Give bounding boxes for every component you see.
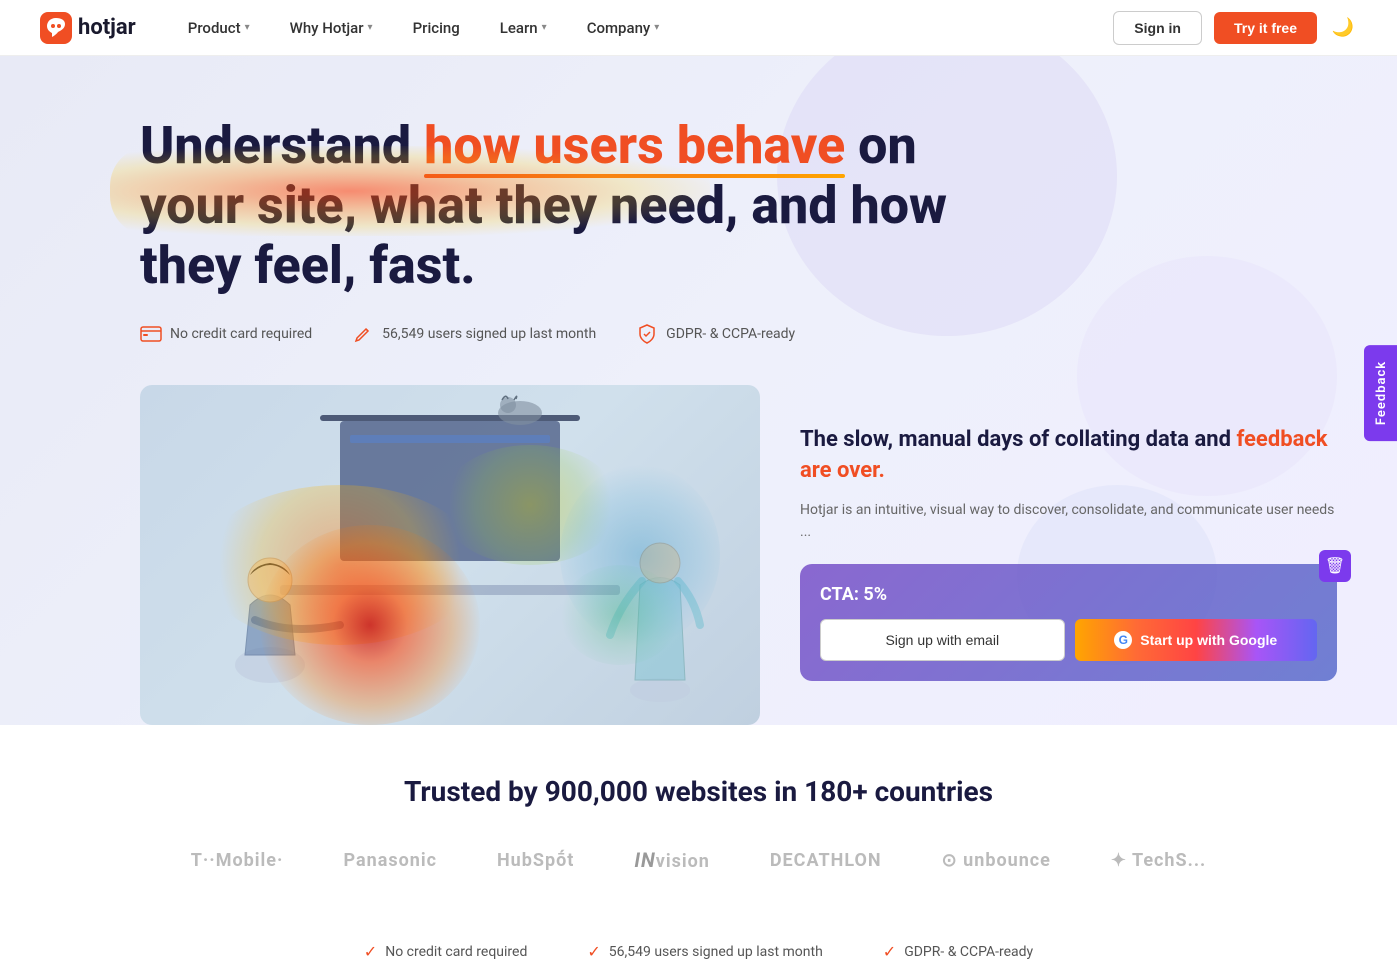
cta-card: CTA: 5% Sign up with email G Start up wi… (800, 564, 1337, 681)
nav-item-company[interactable]: Company ▾ (567, 0, 680, 56)
chevron-down-icon: ▾ (542, 22, 547, 33)
hero-description: Hotjar is an intuitive, visual way to di… (800, 499, 1337, 544)
hero-subtitle: The slow, manual days of collating data … (800, 425, 1337, 487)
partner-logo-invision: INvision (634, 848, 710, 872)
hero-heatmap-image (140, 385, 760, 725)
nav-item-why-hotjar[interactable]: Why Hotjar ▾ (270, 0, 393, 56)
navigation: hotjar Product ▾ Why Hotjar ▾ Pricing Le… (0, 0, 1397, 56)
nav-item-product[interactable]: Product ▾ (168, 0, 270, 56)
nav-links: Product ▾ Why Hotjar ▾ Pricing Learn ▾ C… (168, 0, 1114, 56)
hotjar-logo-icon (40, 12, 72, 44)
cta-label: CTA: 5% (820, 584, 1317, 605)
delete-button[interactable]: 🗑 (1319, 550, 1351, 582)
shield-check-icon (636, 323, 658, 345)
feedback-tab[interactable]: Feedback (1364, 344, 1397, 440)
nav-actions: Sign in Try it free 🌙 (1113, 11, 1357, 45)
email-signup-button[interactable]: Sign up with email (820, 619, 1065, 661)
checkmark-icon: ✓ (883, 942, 896, 961)
nav-item-pricing[interactable]: Pricing (393, 0, 480, 56)
badge-gdpr: GDPR- & CCPA-ready (636, 323, 795, 345)
hero-right-content: The slow, manual days of collating data … (800, 385, 1337, 680)
trusted-title: Trusted by 900,000 websites in 180+ coun… (80, 775, 1317, 808)
partner-logo-hubspot: HubSpṓt (497, 850, 574, 871)
badge-no-credit-card: No credit card required (140, 323, 312, 345)
scene-illustration (140, 385, 760, 725)
checkmark-icon: ✓ (587, 942, 600, 961)
footer-badges: ✓ No credit card required ✓ 56,549 users… (0, 922, 1397, 971)
pencil-icon (352, 323, 374, 345)
partner-logo-decathlon: DECATHLON (770, 850, 882, 871)
google-icon: G (1114, 631, 1132, 649)
footer-badge-gdpr: ✓ GDPR- & CCPA-ready (883, 942, 1033, 961)
footer-badge-credit-card: ✓ No credit card required (364, 942, 528, 961)
illustration-svg (140, 385, 760, 725)
hero-subtitle-highlight: feedback are over. (800, 427, 1328, 483)
hero-title-highlight: how users behave (424, 115, 845, 176)
checkmark-icon: ✓ (364, 942, 377, 961)
dark-mode-toggle[interactable]: 🌙 (1329, 14, 1357, 42)
chevron-down-icon: ▾ (245, 22, 250, 33)
partner-logo-tmobile: T··Mobile· (191, 850, 284, 871)
credit-card-icon (140, 323, 162, 345)
hero-badges: No credit card required 56,549 users sig… (140, 323, 1337, 345)
footer-badge-users: ✓ 56,549 users signed up last month (587, 942, 822, 961)
hero-section: Understand how users behave on your site… (0, 56, 1397, 725)
partner-logo-grid: T··Mobile· Panasonic HubSpṓt INvision DE… (80, 848, 1317, 872)
feedback-sidebar: Feedback (1364, 344, 1397, 440)
hero-title: Understand how users behave on your site… (140, 116, 960, 295)
trusted-section: Trusted by 900,000 websites in 180+ coun… (0, 725, 1397, 922)
try-free-button[interactable]: Try it free (1214, 12, 1317, 44)
partner-logo-unbounce: ⊙ unbounce (942, 850, 1051, 871)
partner-logo-panasonic: Panasonic (343, 850, 437, 871)
signin-button[interactable]: Sign in (1113, 11, 1202, 45)
nav-item-learn[interactable]: Learn ▾ (480, 0, 567, 56)
cta-buttons: Sign up with email G Start up with Googl… (820, 619, 1317, 661)
hero-content: Understand how users behave on your site… (140, 116, 1337, 725)
google-signup-button[interactable]: G Start up with Google (1075, 619, 1318, 661)
chevron-down-icon: ▾ (654, 22, 659, 33)
badge-users-signed-up: 56,549 users signed up last month (352, 323, 596, 345)
logo[interactable]: hotjar (40, 12, 136, 44)
chevron-down-icon: ▾ (368, 22, 373, 33)
hero-lower: The slow, manual days of collating data … (140, 385, 1337, 725)
partner-logo-tech: ✦ TechS... (1111, 850, 1206, 871)
logo-text: hotjar (78, 15, 136, 40)
